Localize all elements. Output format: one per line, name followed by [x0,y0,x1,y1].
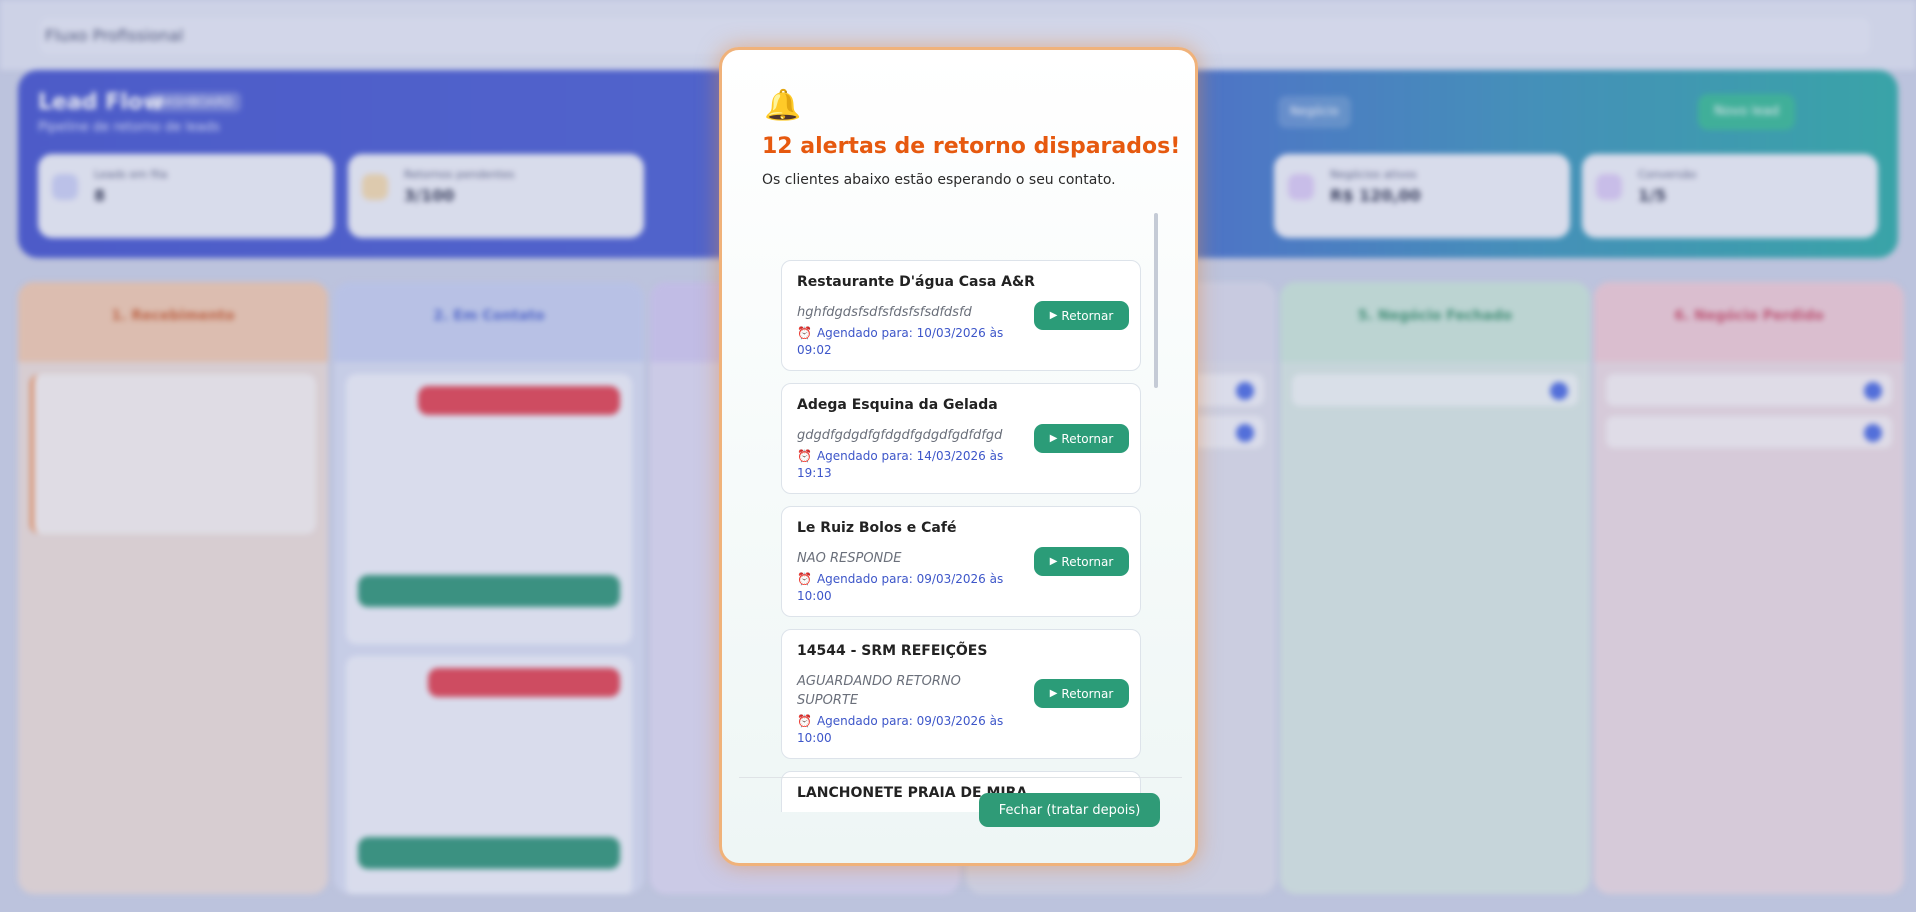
play-icon: ▶ [1049,688,1058,699]
alert-schedule: ⏰ Agendado para: 14/03/2026 às 19:13 [797,448,1012,482]
close-later-button[interactable]: Fechar (tratar depois) [979,793,1160,827]
alarm-clock-icon: ⏰ [797,714,812,728]
alarm-clock-icon: ⏰ [797,326,812,340]
alert-card: 14544 - SRM REFEIÇÕES AGUARDANDO RETORNO… [781,629,1141,759]
client-name: Restaurante D'água Casa A&R [797,274,1035,290]
return-button-label: Retornar [1061,308,1114,323]
schedule-text: Agendado para: 10/03/2026 às 09:02 [797,326,1004,357]
alarm-clock-icon: ⏰ [797,449,812,463]
bell-icon: 🔔 [764,88,802,123]
schedule-text: Agendado para: 14/03/2026 às 19:13 [797,449,1004,480]
alert-card: Le Ruiz Bolos e Café NAO RESPONDE ⏰ Agend… [781,506,1141,617]
return-button-label: Retornar [1061,431,1114,446]
alerts-scrollbar[interactable] [1154,213,1158,388]
alert-schedule: ⏰ Agendado para: 09/03/2026 às 10:00 [797,713,1012,747]
play-icon: ▶ [1049,556,1058,567]
client-name: Le Ruiz Bolos e Café [797,520,957,536]
return-button-label: Retornar [1061,554,1114,569]
alert-schedule: ⏰ Agendado para: 10/03/2026 às 09:02 [797,325,1012,359]
client-name: 14544 - SRM REFEIÇÕES [797,643,988,659]
alert-note: hghfdgdsfsdfsfdsfsfsdfdsfd [797,305,972,320]
alert-card: Restaurante D'água Casa A&R hghfdgdsfsdf… [781,260,1141,371]
return-alerts-modal: 🔔 12 alertas de retorno disparados! Os c… [719,47,1198,866]
return-button[interactable]: ▶ Retornar [1034,424,1129,453]
return-button[interactable]: ▶ Retornar [1034,679,1129,708]
alert-card: Adega Esquina da Gelada gdgdfgdgdfgfdgdf… [781,383,1141,494]
modal-subtitle: Os clientes abaixo estão esperando o seu… [762,172,1116,188]
return-button[interactable]: ▶ Retornar [1034,547,1129,576]
schedule-text: Agendado para: 09/03/2026 às 10:00 [797,572,1004,603]
play-icon: ▶ [1049,433,1058,444]
alert-note: AGUARDANDO RETORNO SUPORTE [797,674,961,708]
alert-note: NAO RESPONDE [797,551,902,566]
alert-note: gdgdfgdgdfgfdgdfgdgdfgdfdfgd [797,428,1003,443]
modal-title: 12 alertas de retorno disparados! [762,134,1181,159]
alarm-clock-icon: ⏰ [797,572,812,586]
return-button[interactable]: ▶ Retornar [1034,301,1129,330]
play-icon: ▶ [1049,310,1058,321]
client-name: Adega Esquina da Gelada [797,397,998,413]
schedule-text: Agendado para: 09/03/2026 às 10:00 [797,714,1004,745]
alerts-list[interactable]: Restaurante D'água Casa A&R hghfdgdsfsdf… [781,212,1141,812]
footer-divider [739,777,1182,778]
return-button-label: Retornar [1061,686,1114,701]
alert-schedule: ⏰ Agendado para: 09/03/2026 às 10:00 [797,571,1012,605]
